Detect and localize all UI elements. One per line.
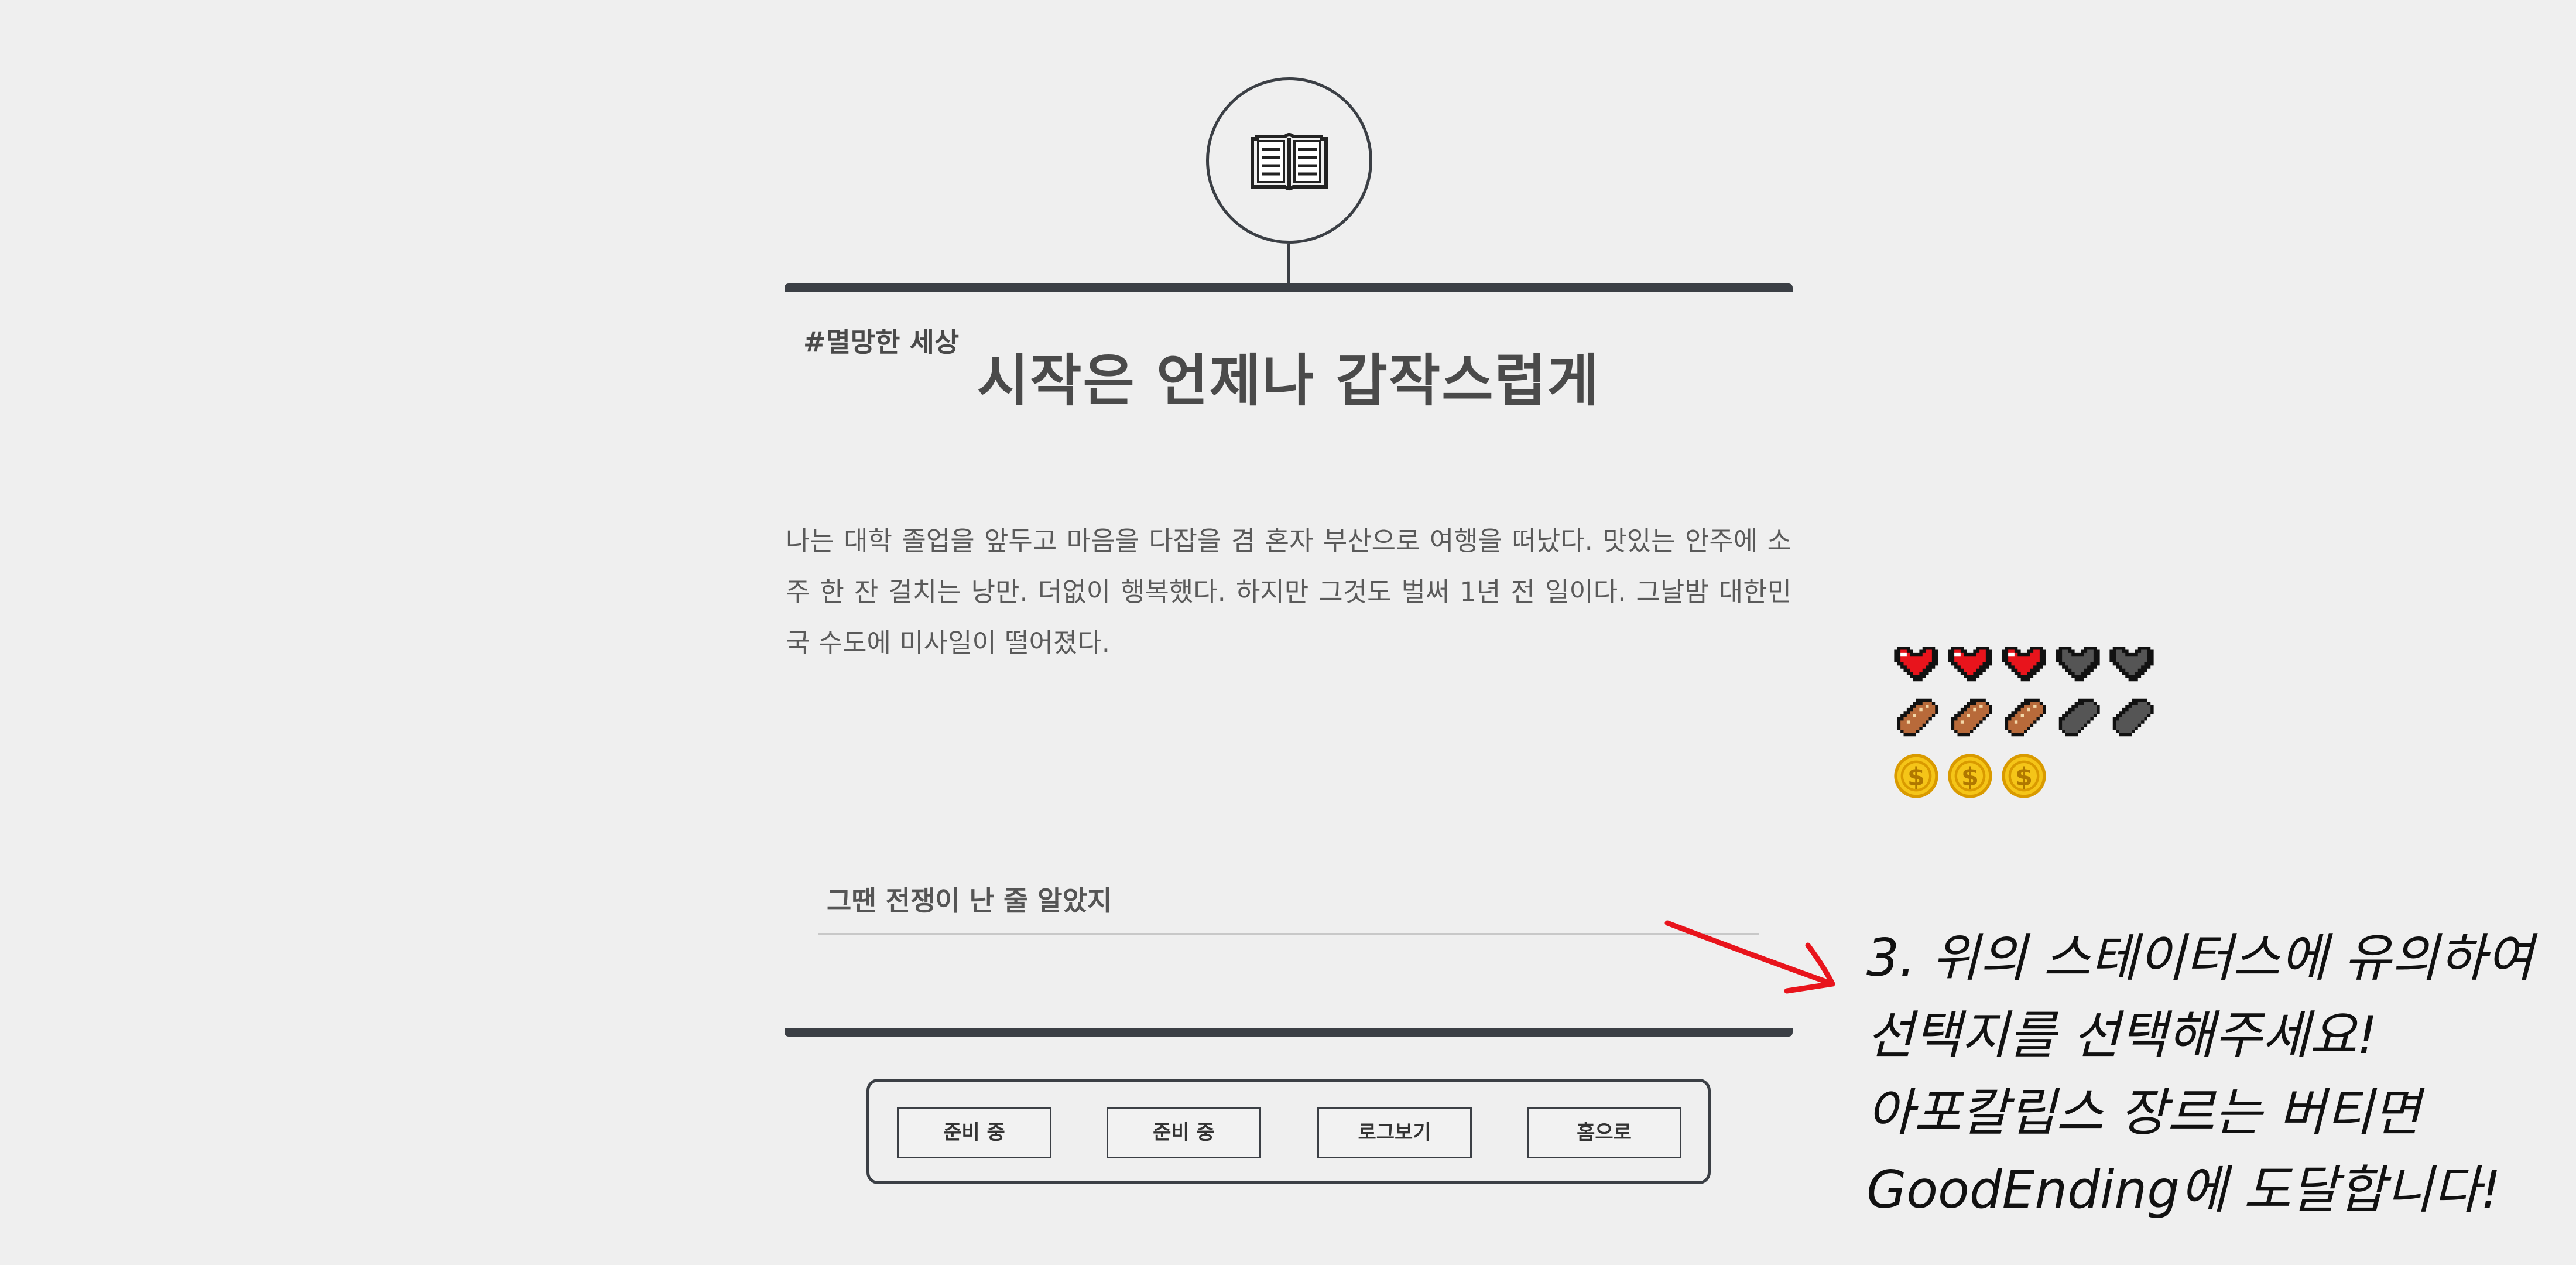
annotation-arrow-icon xyxy=(1664,920,1835,994)
heart-icon xyxy=(1999,637,2049,688)
menu-button-preparing-2[interactable]: 준비 중 xyxy=(1107,1107,1261,1158)
heart-icon xyxy=(1891,637,1941,688)
annotation-line-3: 아포칼립스 장르는 버티면 xyxy=(1866,1082,2421,1143)
story-top-bar xyxy=(785,283,1793,292)
svg-text:$: $ xyxy=(1907,763,1925,792)
story-text: 나는 대학 졸업을 앞두고 마음을 다잡을 겸 혼자 부산으로 여행을 떠났다.… xyxy=(786,525,1791,658)
story-bottom-bar xyxy=(785,1028,1793,1037)
home-button[interactable]: 홈으로 xyxy=(1527,1107,1681,1158)
bread-empty-icon xyxy=(2106,692,2157,743)
coin-icon: $ xyxy=(1999,751,2049,801)
health-status xyxy=(1891,637,2157,688)
coin-icon: $ xyxy=(1891,751,1941,801)
story-title: 시작은 언제나 갑작스럽게 xyxy=(977,347,1601,413)
bread-icon xyxy=(1999,692,2049,743)
annotation-line-1: 3. 위의 스테이터스에 유의하여 xyxy=(1866,928,2534,988)
heart-icon xyxy=(1945,637,1995,688)
menu-button-preparing-1[interactable]: 준비 중 xyxy=(897,1107,1051,1158)
book-icon-circle xyxy=(1206,77,1372,244)
bread-icon xyxy=(1891,692,1941,743)
svg-text:$: $ xyxy=(1961,763,1979,792)
svg-text:$: $ xyxy=(2015,763,2033,792)
book-icon xyxy=(1251,133,1328,190)
heart-empty-icon xyxy=(2106,637,2157,688)
log-view-button[interactable]: 로그보기 xyxy=(1317,1107,1472,1158)
bread-icon xyxy=(1945,692,1995,743)
annotation-line-4: GoodEnding에 도달합니다! xyxy=(1866,1160,2502,1220)
money-status: $ $ $ xyxy=(1891,751,2049,801)
coin-icon: $ xyxy=(1945,751,1995,801)
choice-option[interactable]: 그땐 전쟁이 난 줄 알았지 xyxy=(818,878,1759,935)
annotation-line-2: 선택지를 선택해주세요! xyxy=(1866,1005,2378,1065)
bread-empty-icon xyxy=(2053,692,2103,743)
heart-empty-icon xyxy=(2053,637,2103,688)
food-status xyxy=(1891,692,2157,743)
book-stem xyxy=(1287,244,1290,285)
choice-label: 그땐 전쟁이 난 줄 알았지 xyxy=(827,885,1112,917)
annotation-note: 3. 위의 스테이터스에 유의하여 선택지를 선택해주세요! 아포칼립스 장르는… xyxy=(1866,919,2569,1229)
